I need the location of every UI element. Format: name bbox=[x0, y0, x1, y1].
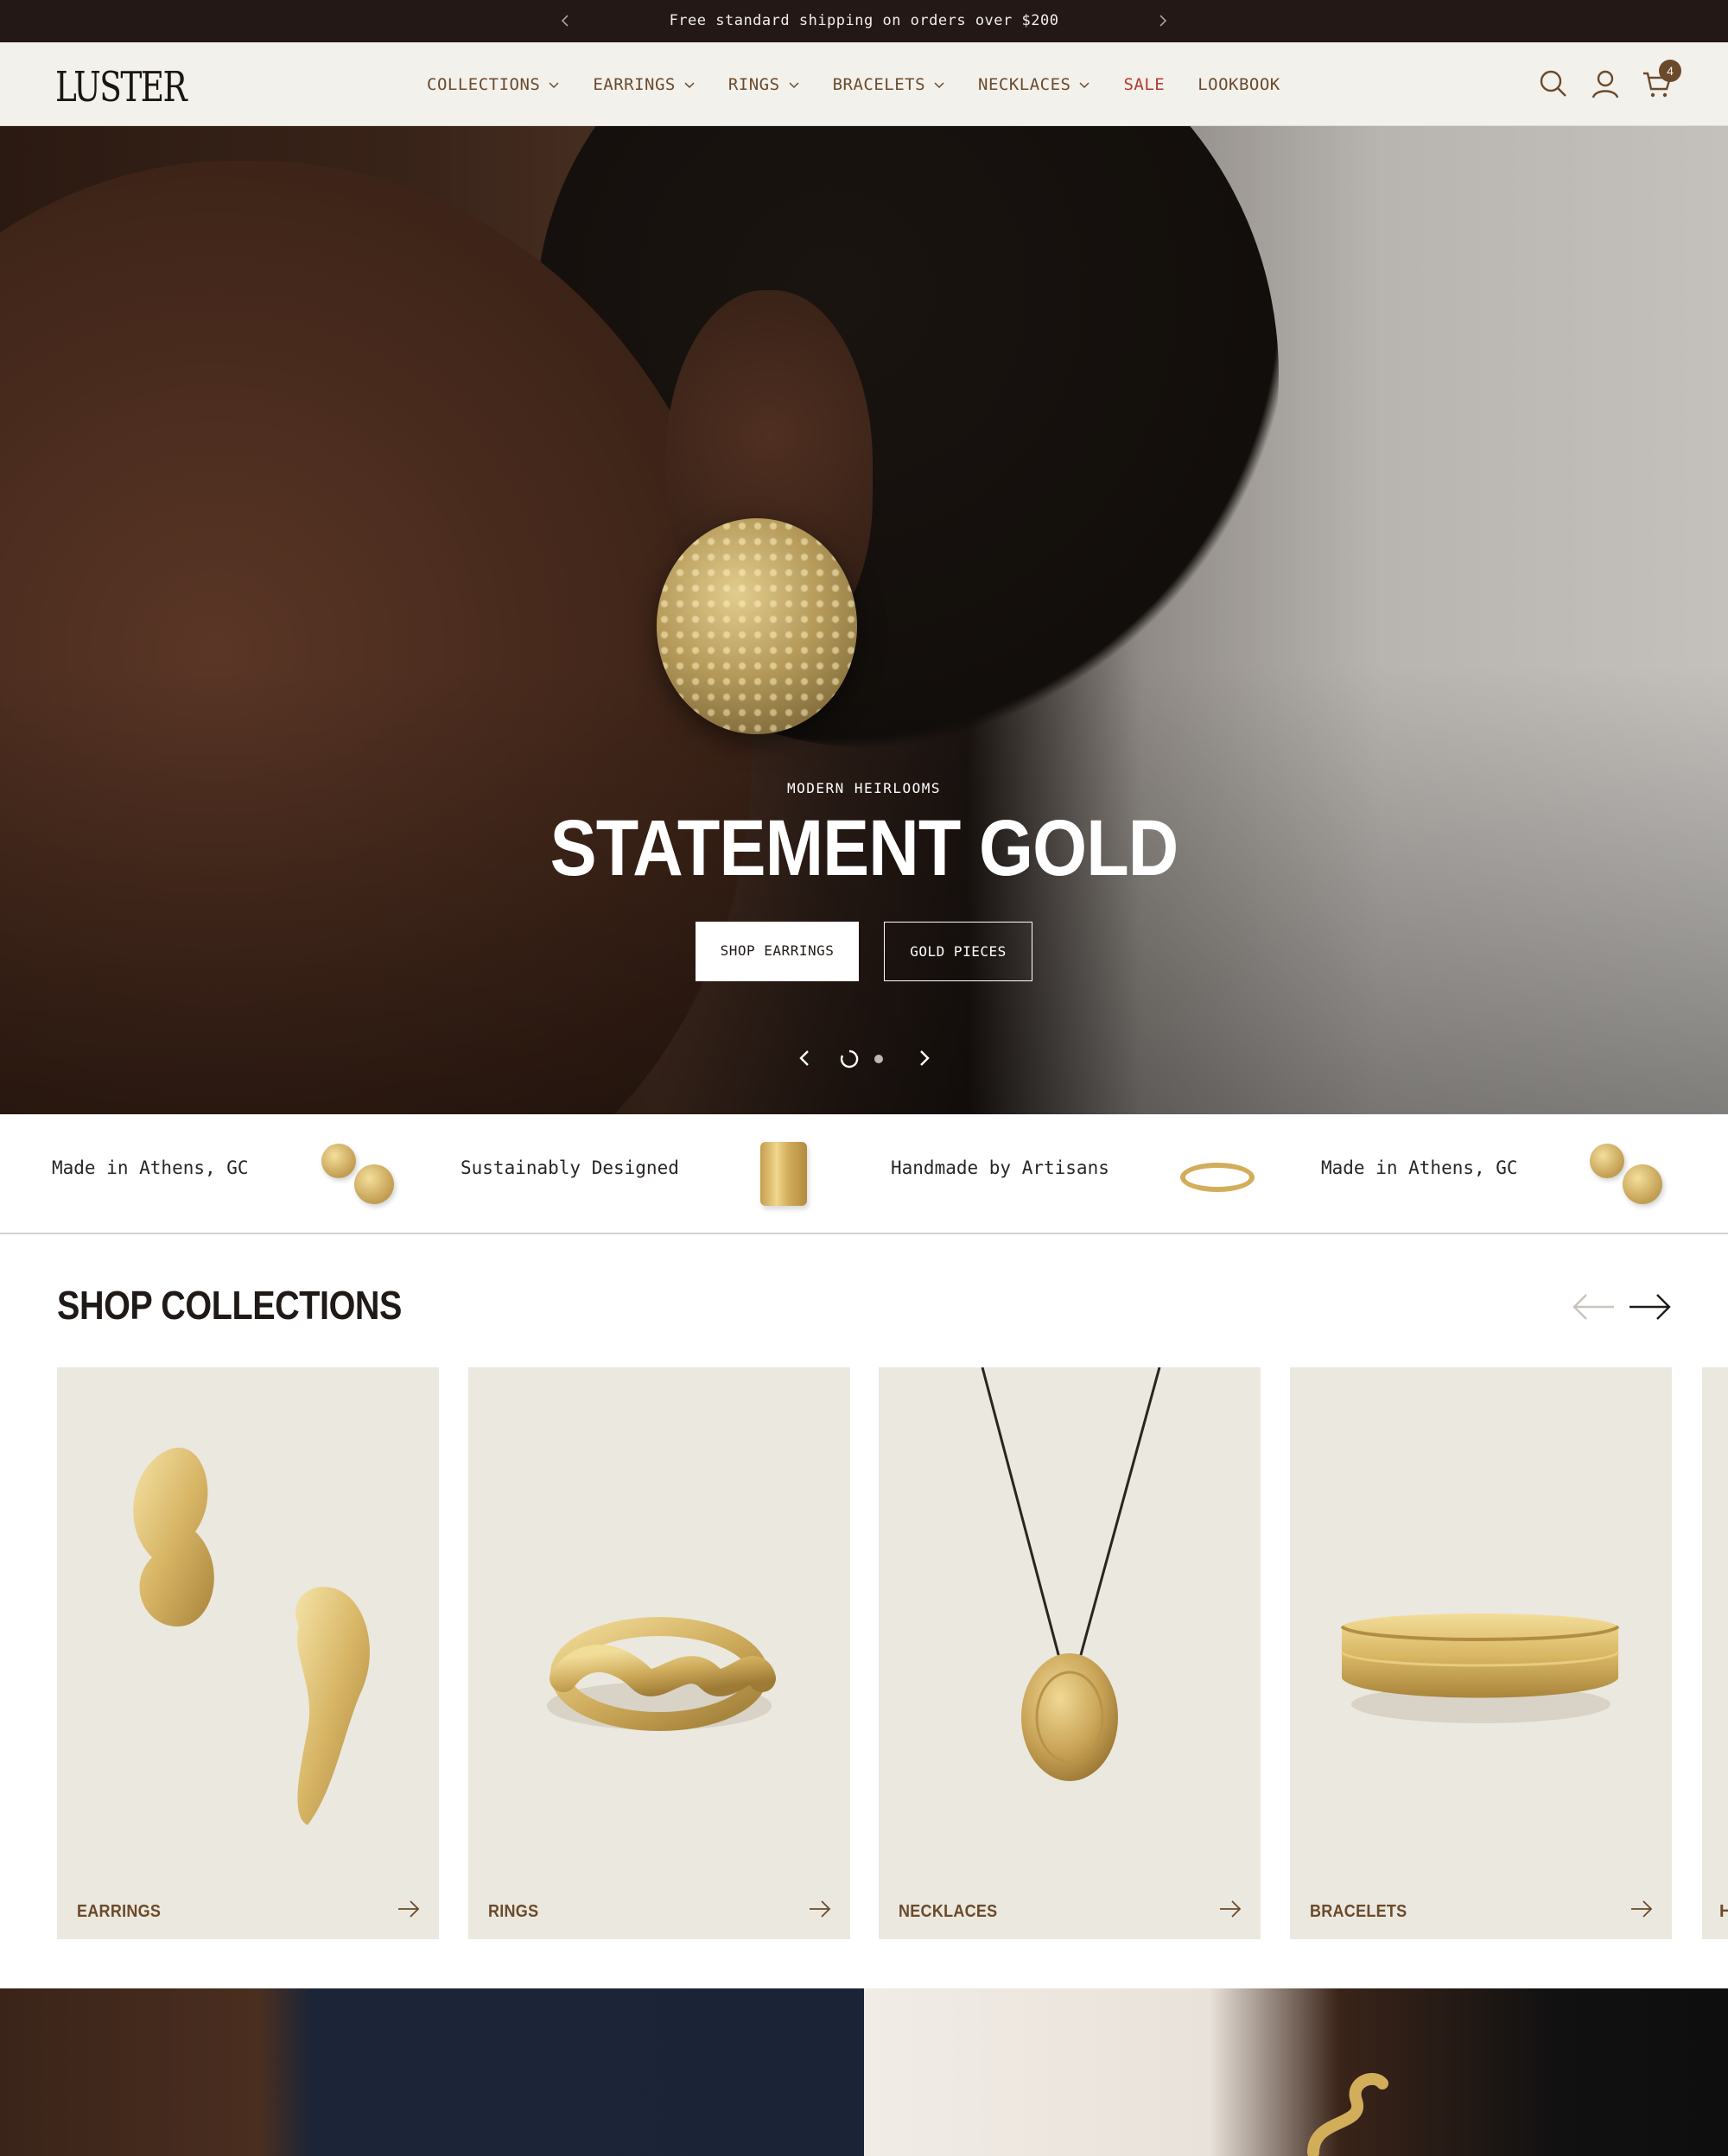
nav-label: EARRINGS bbox=[593, 74, 676, 94]
announcement-message: Free standard shipping on orders over $2… bbox=[669, 12, 1059, 29]
nav-earrings[interactable]: EARRINGS bbox=[593, 75, 696, 94]
gold-pieces-button[interactable]: GOLD PIECES bbox=[884, 922, 1032, 981]
necklaces-image bbox=[981, 1367, 1161, 1781]
chevron-down-icon bbox=[684, 81, 695, 88]
snake-brooch-image bbox=[1307, 2072, 1388, 2156]
nav-necklaces[interactable]: NECKLACES bbox=[978, 75, 1090, 94]
nav-label: COLLECTIONS bbox=[427, 74, 541, 94]
collection-card-rings[interactable]: RINGS bbox=[468, 1367, 850, 1939]
nav-bracelets[interactable]: BRACELETS bbox=[833, 75, 945, 94]
main-nav: COLLECTIONS EARRINGS RINGS BRACELETS NEC… bbox=[427, 42, 1313, 126]
carousel-prev-icon[interactable] bbox=[1571, 1290, 1616, 1324]
nav-collections[interactable]: COLLECTIONS bbox=[427, 75, 560, 94]
feature-text: Sustainably Designed bbox=[461, 1157, 679, 1178]
collection-card-bracelets[interactable]: BRACELETS bbox=[1290, 1367, 1672, 1939]
collection-card-earrings[interactable]: EARRINGS bbox=[57, 1367, 439, 1939]
hero-title: STATEMENT GOLD bbox=[550, 804, 1179, 892]
card-label: RINGS bbox=[488, 1902, 539, 1921]
site-logo[interactable]: LUSTER bbox=[55, 63, 187, 111]
slide-dot-active[interactable] bbox=[840, 1049, 859, 1068]
collection-card-peek[interactable]: H bbox=[1702, 1367, 1728, 1939]
account-icon[interactable] bbox=[1590, 68, 1621, 99]
section-title: SHOP COLLECTIONS bbox=[57, 1283, 403, 1328]
cart-count-badge: 4 bbox=[1659, 60, 1681, 82]
site-header: LUSTER COLLECTIONS EARRINGS RINGS BRACEL… bbox=[0, 42, 1728, 126]
ring-image bbox=[1180, 1163, 1255, 1192]
rings-image bbox=[547, 1617, 776, 1731]
slide-next-icon[interactable] bbox=[912, 1047, 935, 1069]
search-icon[interactable] bbox=[1538, 68, 1569, 99]
slide-prev-icon[interactable] bbox=[794, 1047, 816, 1069]
card-label: H bbox=[1719, 1902, 1728, 1921]
features-marquee: Made in Athens, GC Sustainably Designed … bbox=[0, 1114, 1728, 1234]
collection-card-necklaces[interactable]: NECKLACES bbox=[879, 1367, 1261, 1939]
arrow-right-icon bbox=[398, 1900, 420, 1918]
card-label: BRACELETS bbox=[1310, 1902, 1407, 1921]
arrow-right-icon bbox=[1220, 1900, 1242, 1918]
feature-text: Handmade by Artisans bbox=[891, 1157, 1109, 1178]
announcement-bar: Free standard shipping on orders over $2… bbox=[0, 0, 1728, 42]
feature-text: Made in Athens, GC bbox=[1321, 1157, 1518, 1178]
hero-eyebrow: MODERN HEIRLOOMS bbox=[786, 780, 942, 796]
slide-dot[interactable] bbox=[874, 1055, 883, 1063]
arrow-right-icon bbox=[810, 1900, 831, 1918]
cuff-image bbox=[760, 1142, 807, 1206]
editorial-image-right[interactable] bbox=[864, 1988, 1728, 2156]
chevron-down-icon bbox=[549, 81, 559, 88]
nav-label: RINGS bbox=[727, 74, 780, 94]
shop-earrings-button[interactable]: SHOP EARRINGS bbox=[696, 922, 859, 981]
nav-label: LOOKBOOK bbox=[1198, 74, 1280, 94]
nav-rings[interactable]: RINGS bbox=[728, 75, 800, 94]
bracelets-image bbox=[1340, 1614, 1620, 1723]
carousel-next-icon[interactable] bbox=[1628, 1290, 1673, 1324]
announcement-next-icon[interactable] bbox=[1153, 12, 1171, 29]
card-label: EARRINGS bbox=[77, 1902, 162, 1921]
arrow-right-icon bbox=[1631, 1900, 1653, 1918]
chevron-down-icon bbox=[934, 81, 944, 88]
nav-label: SALE bbox=[1123, 74, 1166, 94]
chevron-down-icon bbox=[789, 81, 799, 88]
earrings-image bbox=[133, 1447, 370, 1825]
card-label: NECKLACES bbox=[899, 1902, 998, 1921]
chevron-down-icon bbox=[1079, 81, 1090, 88]
editorial-image-left[interactable] bbox=[0, 1988, 864, 2156]
feature-text: Made in Athens, GC bbox=[52, 1157, 249, 1178]
nav-label: NECKLACES bbox=[978, 74, 1071, 94]
nav-sale[interactable]: SALE bbox=[1123, 75, 1165, 94]
nav-lookbook[interactable]: LOOKBOOK bbox=[1198, 75, 1280, 94]
nav-label: BRACELETS bbox=[832, 74, 926, 94]
hero-banner bbox=[0, 126, 1728, 1114]
